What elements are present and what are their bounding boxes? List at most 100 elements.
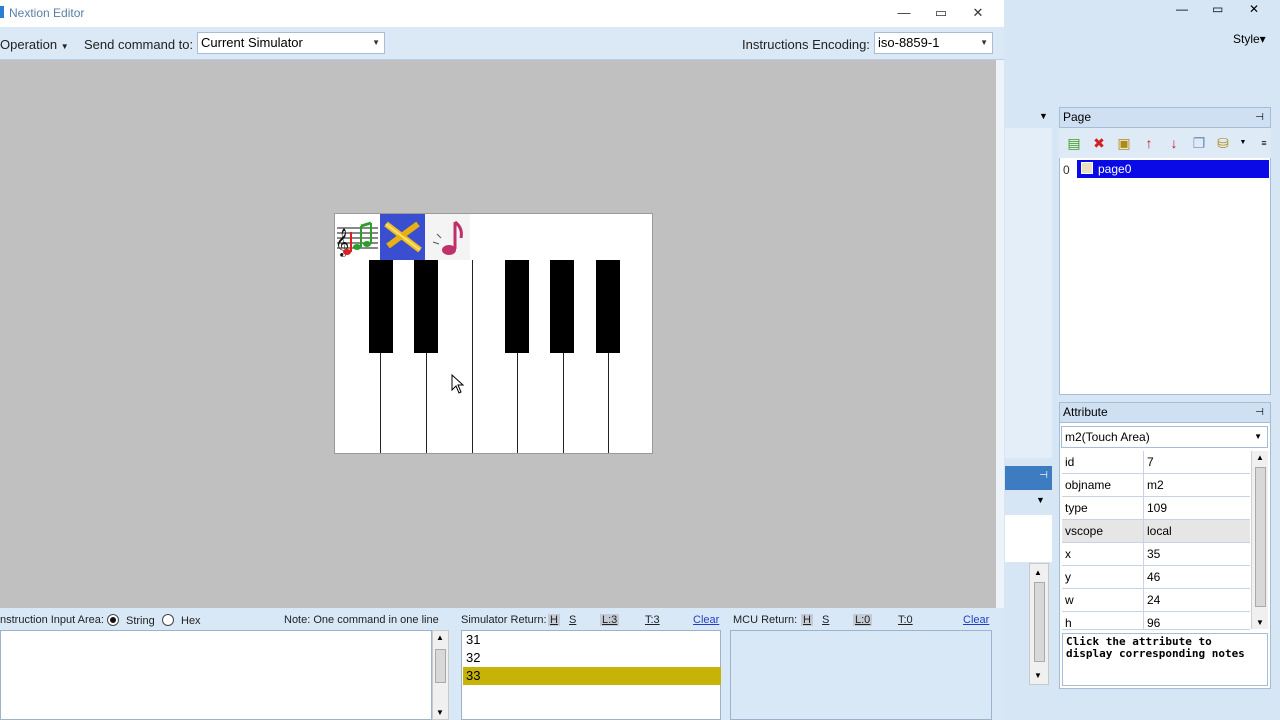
attr-row-objname[interactable]: objname m2 xyxy=(1062,474,1250,497)
move-down-icon[interactable]: ↓ xyxy=(1165,135,1183,151)
delete-page-icon[interactable]: ✖ xyxy=(1090,135,1108,151)
string-radio[interactable] xyxy=(107,614,119,626)
return-line-selected[interactable]: 33 xyxy=(463,667,721,685)
mcu-total-count[interactable]: T:0 xyxy=(898,614,913,626)
hidden-panel-scrollbar[interactable]: ▲ ▼ xyxy=(1029,563,1049,685)
dropdown-arrow-icon: ▼ xyxy=(60,42,69,51)
attr-row-h[interactable]: h 96 xyxy=(1062,612,1250,630)
move-up-icon[interactable]: ↑ xyxy=(1140,135,1158,151)
black-key[interactable] xyxy=(596,260,620,353)
sim-total-count[interactable]: T:3 xyxy=(645,614,660,626)
minimize-button[interactable]: — xyxy=(894,4,914,22)
maximize-icon: ▭ xyxy=(1212,2,1224,16)
black-key[interactable] xyxy=(414,260,438,353)
maximize-button[interactable]: ▭ xyxy=(931,4,951,22)
app-icon xyxy=(0,6,4,18)
send-target-value: Current Simulator xyxy=(201,35,303,50)
attr-value[interactable]: 109 xyxy=(1143,497,1250,519)
music-notes-icon[interactable]: 𝄞 xyxy=(335,214,380,260)
attr-row-id[interactable]: id 7 xyxy=(1062,451,1250,474)
more-options-icon[interactable]: ≡ xyxy=(1255,135,1273,151)
mcu-return-list[interactable] xyxy=(730,630,992,720)
encoding-select[interactable]: iso-8859-1 ▼ xyxy=(874,32,993,54)
collapse-arrow-icon[interactable]: ▼ xyxy=(1036,495,1045,505)
attr-value[interactable]: 96 xyxy=(1143,612,1250,629)
encoding-value: iso-8859-1 xyxy=(878,35,940,50)
title-bar: Nextion Editor — ▭ ✕ xyxy=(0,0,1004,27)
conductor-baton-icon[interactable] xyxy=(380,214,425,260)
attr-key: h xyxy=(1065,616,1072,630)
minimize-icon: — xyxy=(897,5,911,20)
single-note-icon[interactable] xyxy=(425,214,470,260)
sim-clear-link[interactable]: Clear xyxy=(693,614,719,626)
chevron-down-icon: ▼ xyxy=(372,38,380,47)
pin-icon[interactable]: ⊣ xyxy=(1039,470,1048,481)
sim-return-label: Simulator Return: xyxy=(461,614,547,626)
simulator-return-list[interactable]: 31 32 33 xyxy=(461,630,721,720)
attr-value[interactable]: m2 xyxy=(1143,474,1250,496)
collapse-arrow-icon[interactable]: ▼ xyxy=(1039,111,1048,121)
attr-key: x xyxy=(1065,547,1071,561)
send-command-label: Send command to: xyxy=(84,37,194,52)
mcu-string-toggle[interactable]: S xyxy=(822,614,829,626)
hex-label: Hex xyxy=(181,615,201,627)
page-index: 0 xyxy=(1063,163,1070,177)
return-line[interactable]: 31 xyxy=(463,631,721,649)
attr-row-type[interactable]: type 109 xyxy=(1062,497,1250,520)
attr-row-y[interactable]: y 46 xyxy=(1062,566,1250,589)
pin-icon[interactable]: ⊣ xyxy=(1255,108,1264,127)
black-key[interactable] xyxy=(369,260,393,353)
attr-key: id xyxy=(1065,455,1075,469)
mcu-line-count[interactable]: L:0 xyxy=(853,614,873,626)
sim-hex-toggle[interactable]: H xyxy=(548,614,560,626)
attr-value[interactable]: local xyxy=(1143,520,1250,542)
page-list-item[interactable]: page0 xyxy=(1077,160,1269,178)
chevron-down-icon: ▼ xyxy=(1254,432,1262,441)
attr-value[interactable]: 7 xyxy=(1143,451,1250,473)
black-key[interactable] xyxy=(550,260,574,353)
attr-row-vscope[interactable]: vscope local xyxy=(1062,520,1250,543)
pin-icon[interactable]: ⊣ xyxy=(1255,403,1264,422)
input-scrollbar[interactable]: ▲ ▼ xyxy=(432,630,449,720)
operation-menu[interactable]: Operation ▼ xyxy=(0,37,69,52)
dropdown-arrow-icon[interactable]: ▼ xyxy=(1234,135,1252,151)
hex-radio[interactable] xyxy=(162,614,174,626)
sim-line-count[interactable]: L:3 xyxy=(600,614,620,626)
operation-label: Operation xyxy=(0,37,58,52)
attribute-scrollbar[interactable]: ▲ ▼ xyxy=(1251,451,1268,629)
attr-key: w xyxy=(1065,593,1074,607)
attr-row-x[interactable]: x 35 xyxy=(1062,543,1250,566)
component-select[interactable]: m2(Touch Area) ▼ xyxy=(1061,426,1268,448)
insert-page-icon[interactable]: ▣ xyxy=(1115,135,1133,151)
attribute-panel-title: Attribute xyxy=(1063,405,1108,419)
device-screen[interactable]: 𝄞 xyxy=(334,213,653,454)
attribute-panel-header: Attribute ⊣ xyxy=(1060,403,1270,423)
mcu-hex-toggle[interactable]: H xyxy=(801,614,813,626)
close-button[interactable]: ✕ xyxy=(968,4,988,22)
send-target-select[interactable]: Current Simulator ▼ xyxy=(197,32,385,54)
add-page-icon[interactable]: ▤ xyxy=(1065,135,1083,151)
hidden-panel-box xyxy=(1005,515,1052,562)
return-line[interactable]: 32 xyxy=(463,649,721,667)
style-menu[interactable]: Style▾ xyxy=(1233,32,1266,46)
import-page-icon[interactable]: ⛁ xyxy=(1214,135,1232,151)
simulator-window: Nextion Editor — ▭ ✕ Operation ▼ Send co… xyxy=(0,0,1004,720)
copy-page-icon[interactable]: ❐ xyxy=(1190,135,1208,151)
attribute-notes: Click the attribute to display correspon… xyxy=(1062,633,1268,686)
editor-maximize-button[interactable]: ▭ xyxy=(1212,2,1223,16)
mcu-return-label: MCU Return: xyxy=(733,614,798,626)
editor-minimize-button[interactable]: — xyxy=(1176,2,1188,16)
canvas-scrollbar[interactable] xyxy=(996,60,1004,608)
attr-value[interactable]: 46 xyxy=(1143,566,1250,588)
attr-key: y xyxy=(1065,570,1071,584)
sim-string-toggle[interactable]: S xyxy=(569,614,576,626)
attr-value[interactable]: 24 xyxy=(1143,589,1250,611)
hidden-panel-header: ⊣ xyxy=(1005,466,1052,490)
black-key[interactable] xyxy=(505,260,529,353)
instruction-input[interactable] xyxy=(0,630,432,720)
editor-close-button[interactable]: ✕ xyxy=(1249,2,1259,16)
attr-value[interactable]: 35 xyxy=(1143,543,1250,565)
mcu-clear-link[interactable]: Clear xyxy=(963,614,989,626)
attr-row-w[interactable]: w 24 xyxy=(1062,589,1250,612)
attr-key: type xyxy=(1065,501,1088,515)
